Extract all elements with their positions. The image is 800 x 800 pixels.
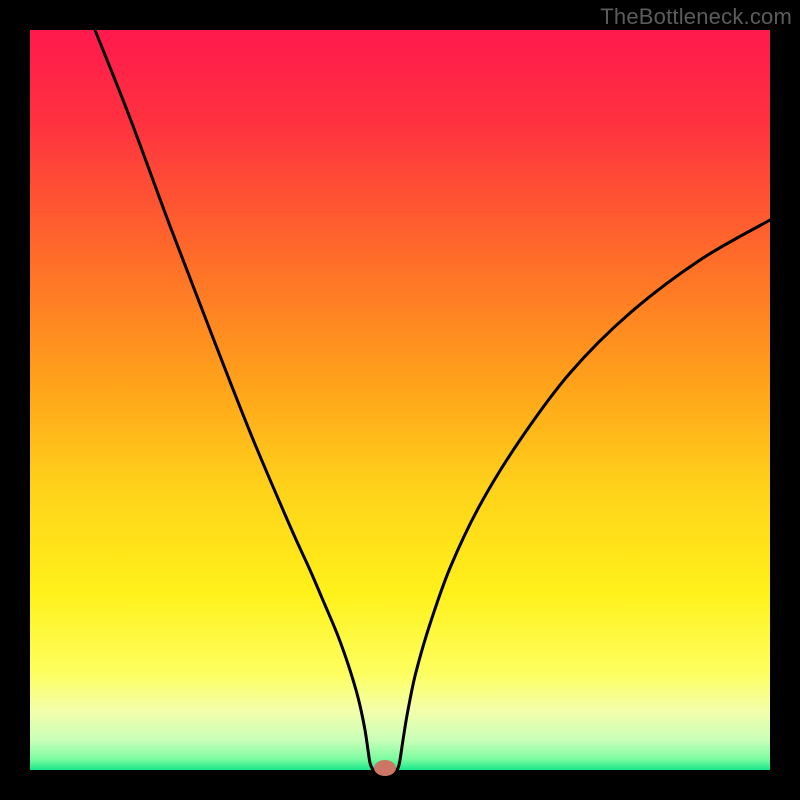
optimum-marker (374, 760, 396, 776)
chart-container: TheBottleneck.com (0, 0, 800, 800)
chart-svg (0, 0, 800, 800)
plot-area (30, 30, 770, 770)
watermark-text: TheBottleneck.com (600, 4, 792, 30)
